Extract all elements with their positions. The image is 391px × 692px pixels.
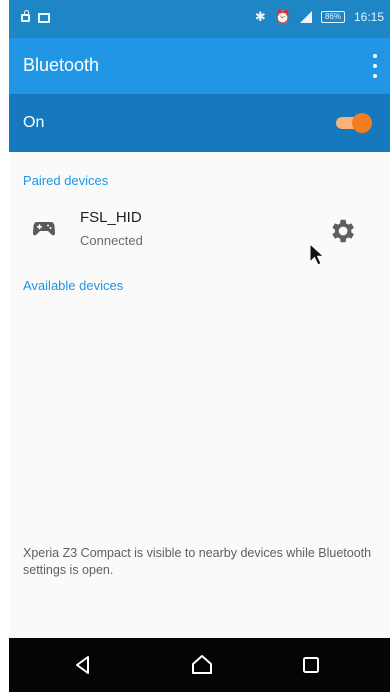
- cursor-icon: [309, 243, 325, 266]
- menu-dot: [373, 74, 377, 78]
- switch-thumb[interactable]: [352, 113, 372, 133]
- gamepad-icon: [33, 222, 55, 236]
- image-icon: [38, 13, 50, 23]
- paired-devices-header: Paired devices: [23, 173, 109, 188]
- page-title: Bluetooth: [23, 55, 100, 75]
- menu-dot: [373, 54, 377, 58]
- signal-icon: [299, 11, 312, 23]
- bluetooth-switch[interactable]: [336, 113, 372, 133]
- phone-screen: ✱ ⏰ 86% 16:15 Bluetooth On Paired device…: [9, 0, 390, 692]
- available-devices-header: Available devices: [23, 278, 124, 293]
- gear-icon[interactable]: [327, 216, 357, 246]
- more-vert-icon[interactable]: [372, 54, 378, 78]
- app-bar: Bluetooth: [9, 38, 390, 94]
- battery-level: 86%: [324, 12, 341, 21]
- device-status: Connected: [80, 233, 143, 248]
- recents-icon[interactable]: [299, 653, 323, 677]
- lock-icon: [21, 10, 30, 22]
- status-bar: ✱ ⏰ 86% 16:15: [9, 0, 390, 38]
- status-right-icons: ✱ ⏰ 86% 16:15: [254, 9, 384, 25]
- bluetooth-icon: ✱: [254, 9, 266, 24]
- battery-icon: 86%: [320, 11, 345, 23]
- visibility-note: Xperia Z3 Compact is visible to nearby d…: [23, 546, 372, 577]
- status-left-icons: [21, 10, 50, 23]
- bluetooth-toggle-bar[interactable]: On: [9, 94, 390, 152]
- menu-dot: [373, 64, 377, 68]
- alarm-icon: ⏰: [274, 9, 291, 24]
- home-icon[interactable]: [190, 653, 214, 677]
- device-name: FSL_HID: [80, 209, 142, 226]
- navigation-bar: [9, 638, 390, 692]
- list-item-device[interactable]: FSL_HID Connected: [9, 200, 390, 264]
- clock: 16:15: [353, 10, 384, 24]
- toggle-label: On: [23, 114, 45, 131]
- back-icon[interactable]: [71, 653, 95, 677]
